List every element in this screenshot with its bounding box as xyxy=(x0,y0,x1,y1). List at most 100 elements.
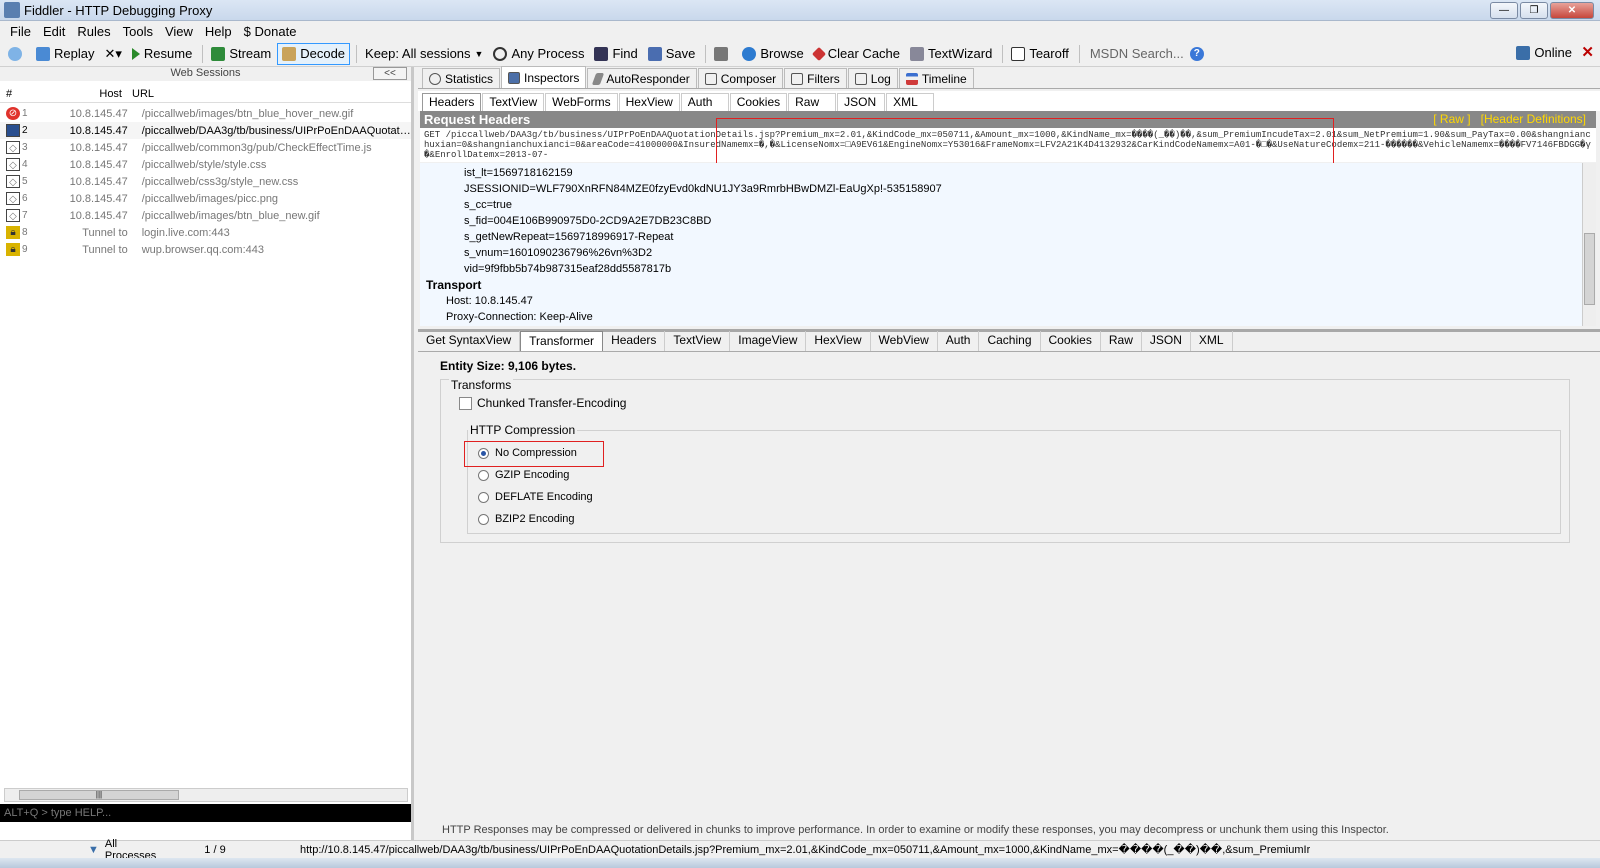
resp-tab-json[interactable]: JSON xyxy=(1142,331,1191,351)
close-button[interactable]: ✕ xyxy=(1550,2,1594,19)
session-row[interactable]: 🔒︎ 8 Tunnel to login.live.com:443 xyxy=(0,224,411,241)
tab-timeline[interactable]: Timeline xyxy=(898,68,974,88)
column-num[interactable]: # xyxy=(0,88,30,100)
req-tab-headers[interactable]: Headers xyxy=(422,93,482,111)
resp-tab-headers[interactable]: Headers xyxy=(603,331,666,351)
session-row-selected[interactable]: 2 10.8.145.47/piccallweb/DAA3g/tb/busines… xyxy=(0,122,411,139)
menu-tools[interactable]: Tools xyxy=(117,24,159,39)
quickexec-input[interactable]: ALT+Q > type HELP... xyxy=(0,804,411,822)
radio-gzip[interactable]: GZIP Encoding xyxy=(478,469,569,481)
headers-tree: ist_lt=1569718162159 JSESSIONID=WLF790Xn… xyxy=(420,163,1582,326)
menu-help[interactable]: Help xyxy=(199,24,238,39)
tab-filters[interactable]: Filters xyxy=(784,68,847,88)
comment-icon xyxy=(8,46,22,61)
maximize-button[interactable]: ❐ xyxy=(1520,2,1548,19)
menu-donate[interactable]: $ Donate xyxy=(238,24,303,39)
msdn-search-input[interactable]: MSDN Search... xyxy=(1084,46,1190,61)
tab-log[interactable]: Log xyxy=(847,68,898,88)
resp-tab-caching[interactable]: Caching xyxy=(979,331,1041,351)
menu-rules[interactable]: Rules xyxy=(71,24,116,39)
session-row[interactable]: ◇ 4 10.8.145.47/piccallweb/style/style.css xyxy=(0,156,411,173)
clear-cache-button[interactable]: Clear Cache xyxy=(810,43,904,65)
help-icon[interactable]: ? xyxy=(1189,46,1204,61)
req-tab-xml[interactable]: XML xyxy=(886,93,935,111)
column-host[interactable]: Host xyxy=(30,88,126,100)
session-row[interactable]: ⊘ 1 10.8.145.47/piccallweb/images/btn_blue… xyxy=(0,105,411,122)
resp-tab-transformer[interactable]: Transformer xyxy=(520,331,604,351)
headers-vertical-scrollbar[interactable] xyxy=(1582,163,1596,326)
menu-view[interactable]: View xyxy=(159,24,199,39)
remove-button[interactable]: ✕▾ xyxy=(100,43,125,65)
radio-bzip2[interactable]: BZIP2 Encoding xyxy=(478,513,575,525)
chunked-checkbox[interactable]: Chunked Transfer-Encoding xyxy=(459,396,626,410)
req-tab-webforms[interactable]: WebForms xyxy=(545,93,618,111)
scrollbar-thumb[interactable]: ||| xyxy=(19,790,179,800)
browse-button[interactable]: Browse xyxy=(738,43,807,65)
tearoff-button[interactable]: Tearoff xyxy=(1007,43,1073,65)
decode-button[interactable]: Decode xyxy=(277,42,351,65)
transport-group[interactable]: Transport xyxy=(426,277,1576,293)
resp-tab-cookies[interactable]: Cookies xyxy=(1041,331,1101,351)
save-button[interactable]: Save xyxy=(644,43,700,65)
session-url: /piccallweb/images/btn_blue_new.gif xyxy=(141,209,320,222)
tab-label: Composer xyxy=(720,71,777,86)
toolbar-separator xyxy=(202,44,204,63)
textwizard-button[interactable]: TextWizard xyxy=(906,43,996,65)
binoculars-icon xyxy=(594,46,609,61)
radio-dot[interactable] xyxy=(478,491,489,503)
cookie-line: s_fid=004E106B990975D0-2CD9A2E7DB23C8BD xyxy=(464,215,712,227)
tab-composer[interactable]: Composer xyxy=(697,68,784,88)
resp-tab-raw[interactable]: Raw xyxy=(1101,331,1142,351)
stream-button[interactable]: Stream xyxy=(207,43,275,65)
online-status[interactable]: Online xyxy=(1516,45,1572,60)
lightning-icon xyxy=(592,72,605,85)
req-tab-hexview[interactable]: HexView xyxy=(618,93,680,111)
header-definitions-link[interactable]: [Header Definitions] xyxy=(1481,112,1586,126)
resp-tab-syntaxview[interactable]: Get SyntaxView xyxy=(418,331,521,351)
checkbox-box[interactable] xyxy=(459,396,472,410)
req-tab-auth[interactable]: Auth xyxy=(680,93,729,111)
keep-sessions-dropdown[interactable]: Keep: All sessions ▼ xyxy=(361,43,487,65)
menu-file[interactable]: File xyxy=(4,24,37,39)
radio-dot[interactable] xyxy=(478,469,489,481)
scrollbar-thumb[interactable] xyxy=(1584,233,1595,305)
tab-autoresponder[interactable]: AutoResponder xyxy=(587,68,697,88)
session-url: /piccallweb/style/style.css xyxy=(141,158,267,171)
response-icon: ◇ xyxy=(6,175,20,188)
collapse-button[interactable]: << xyxy=(373,67,407,80)
sessions-horizontal-scrollbar[interactable]: ||| xyxy=(4,788,408,802)
any-process-button[interactable]: Any Process xyxy=(489,43,588,65)
raw-link[interactable]: [ Raw ] xyxy=(1433,112,1470,126)
minimize-button[interactable]: — xyxy=(1490,2,1518,19)
radio-dot[interactable] xyxy=(478,513,489,525)
resume-button[interactable]: Resume xyxy=(128,43,196,65)
req-tab-textview[interactable]: TextView xyxy=(482,93,545,111)
tab-inspectors[interactable]: Inspectors xyxy=(501,66,587,88)
session-row[interactable]: ◇ 7 10.8.145.47/piccallweb/images/btn_blue… xyxy=(0,207,411,224)
find-button[interactable]: Find xyxy=(590,43,641,65)
column-url[interactable]: URL xyxy=(126,88,154,100)
replay-button[interactable]: Replay xyxy=(32,43,98,65)
req-tab-cookies[interactable]: Cookies xyxy=(729,93,788,111)
session-row[interactable]: 🔒︎ 9 Tunnel to wup.browser.qq.com:443 xyxy=(0,241,411,258)
session-row[interactable]: ◇ 6 10.8.145.47/piccallweb/images/picc.png xyxy=(0,190,411,207)
resp-tab-imageview[interactable]: ImageView xyxy=(730,331,807,351)
menu-edit[interactable]: Edit xyxy=(37,24,71,39)
toolbar-separator xyxy=(1078,44,1080,63)
tab-statistics[interactable]: Statistics xyxy=(422,68,501,88)
comment-button[interactable] xyxy=(4,43,30,65)
req-tab-json[interactable]: JSON xyxy=(837,93,886,111)
close-toolbar-icon[interactable]: ✕ xyxy=(1581,43,1594,61)
req-tab-raw[interactable]: Raw xyxy=(788,93,837,111)
session-row[interactable]: ◇ 5 10.8.145.47/piccallweb/css3g/style_new… xyxy=(0,173,411,190)
resp-tab-hexview[interactable]: HexView xyxy=(806,331,871,351)
session-row[interactable]: ◇ 3 10.8.145.47/piccallweb/common3g/pub/Ch… xyxy=(0,139,411,156)
screenshot-button[interactable] xyxy=(710,43,736,65)
resp-tab-auth[interactable]: Auth xyxy=(938,331,980,351)
resp-tab-textview[interactable]: TextView xyxy=(665,331,731,351)
resp-tab-webview[interactable]: WebView xyxy=(871,331,938,351)
radio-deflate[interactable]: DEFLATE Encoding xyxy=(478,491,593,503)
cookie-line: JSESSIONID=WLF790XnRFN84MZE0fzyEvd0kdNU1… xyxy=(464,183,942,195)
session-url: login.live.com:443 xyxy=(141,226,230,239)
resp-tab-xml[interactable]: XML xyxy=(1191,331,1233,351)
